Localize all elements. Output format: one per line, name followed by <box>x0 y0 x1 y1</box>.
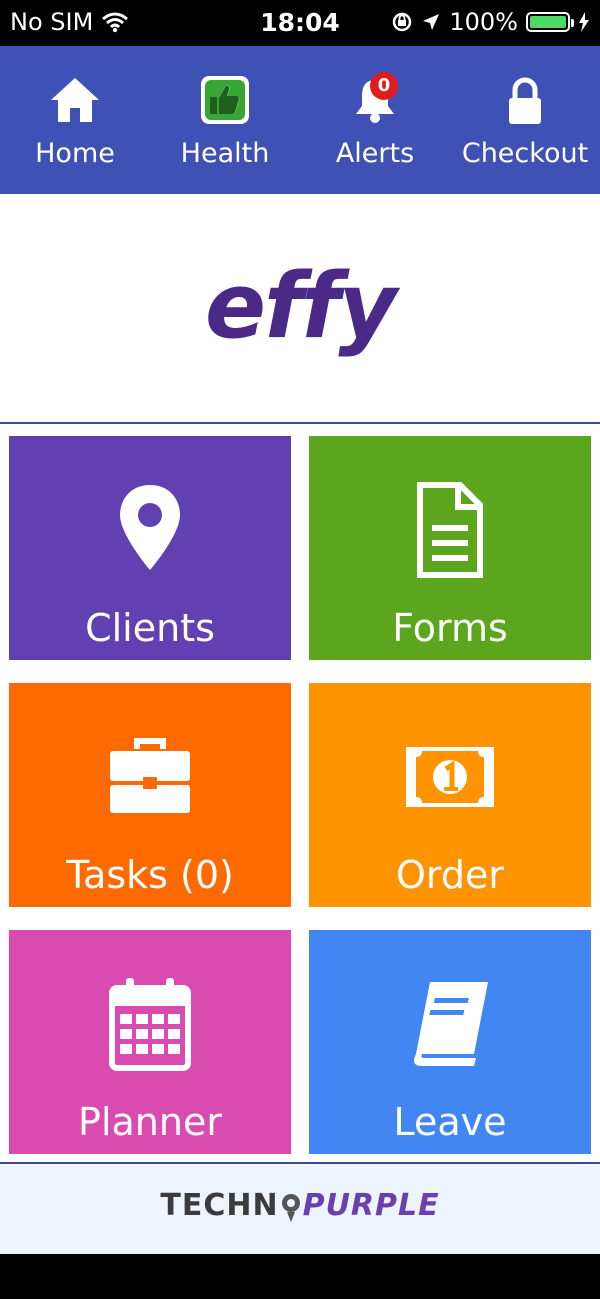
tile-forms-label: Forms <box>392 606 508 650</box>
tile-clients[interactable]: Clients <box>9 436 291 660</box>
location-arrow-icon <box>423 14 440 30</box>
nav-health[interactable]: Health <box>150 46 300 194</box>
logo-area: effy <box>0 194 600 422</box>
bottom-bar <box>0 1254 600 1299</box>
battery-percent: 100% <box>449 8 518 36</box>
map-pin-icon <box>120 485 180 570</box>
money-icon <box>406 747 494 807</box>
tile-planner-label: Planner <box>78 1100 222 1144</box>
app-logo: effy <box>204 254 397 359</box>
briefcase-icon <box>110 738 190 813</box>
footer-brand-right: PURPLE <box>302 1188 440 1223</box>
divider <box>0 422 600 424</box>
status-bar: No SIM 18:04 100% <box>0 0 600 46</box>
technopurple-logo: TECHN PURPLE <box>0 1188 600 1223</box>
tile-order-label: Order <box>396 853 504 897</box>
thumbs-up-icon <box>201 76 249 124</box>
nav-alerts-label: Alerts <box>335 138 415 169</box>
document-icon <box>417 482 483 578</box>
tile-leave-label: Leave <box>393 1100 507 1144</box>
tile-clients-label: Clients <box>85 606 215 650</box>
nav-health-label: Health <box>180 138 270 169</box>
charging-bolt-icon <box>579 12 589 32</box>
tile-order[interactable]: Order <box>309 683 591 907</box>
alerts-count-badge: 0 <box>370 72 398 100</box>
nav-home[interactable]: Home <box>0 46 150 194</box>
book-icon <box>414 982 488 1066</box>
tile-tasks-label: Tasks (0) <box>66 853 234 897</box>
status-right: 100% <box>391 8 590 36</box>
footer-brand-left: TECHN <box>160 1188 279 1223</box>
tile-tasks[interactable]: Tasks (0) <box>9 683 291 907</box>
top-nav-bar: Home Health Alerts Checkout 0 <box>0 46 600 194</box>
nav-alerts[interactable]: Alerts <box>300 46 450 194</box>
home-icon <box>51 78 99 122</box>
nav-checkout-label: Checkout <box>461 138 589 169</box>
tile-forms[interactable]: Forms <box>309 436 591 660</box>
nav-home-label: Home <box>35 138 115 169</box>
calendar-icon <box>109 978 191 1071</box>
rocket-icon <box>281 1193 300 1222</box>
nav-checkout[interactable]: Checkout <box>450 46 600 194</box>
tile-planner[interactable]: Planner <box>9 930 291 1154</box>
footer: TECHN PURPLE <box>0 1162 600 1256</box>
tile-leave[interactable]: Leave <box>309 930 591 1154</box>
lock-icon <box>509 77 541 124</box>
battery-icon <box>526 12 574 32</box>
orientation-lock-icon <box>393 12 412 32</box>
